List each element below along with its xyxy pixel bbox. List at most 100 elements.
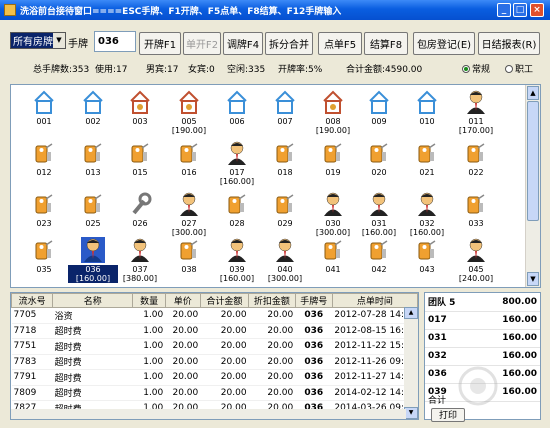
room-card-001[interactable]: 001 bbox=[19, 89, 69, 139]
room-card-037[interactable]: 037 [380.00] bbox=[115, 237, 165, 287]
room-card-002[interactable]: 002 bbox=[68, 89, 118, 139]
column-header[interactable]: 点单时间 bbox=[331, 293, 418, 308]
key-tag-icon bbox=[225, 191, 249, 217]
transfer-card-button[interactable]: 调牌F4 bbox=[223, 32, 263, 55]
maximize-button[interactable]: □ bbox=[513, 3, 527, 17]
summary-total-label: 合计 bbox=[428, 396, 447, 406]
scroll-up-icon[interactable]: ▲ bbox=[404, 307, 418, 319]
room-card-019[interactable]: 019 bbox=[308, 140, 358, 190]
room-number: 022 bbox=[468, 168, 484, 177]
mode-normal-radio[interactable]: 常规 bbox=[462, 62, 490, 75]
order-scrollbar[interactable]: ▲ ▼ bbox=[404, 307, 418, 419]
table-row[interactable]: 7783 超时费 1.00 20.00 20.00 20.00 036 2012-11-26 … bbox=[11, 354, 418, 370]
room-number: 023 bbox=[36, 219, 52, 228]
column-header[interactable]: 合计金额 bbox=[199, 293, 250, 308]
summary-row[interactable]: 017 160.00 bbox=[425, 311, 540, 330]
mode-staff-radio[interactable]: 职工 bbox=[505, 62, 533, 75]
room-card-008[interactable]: 008 [190.00] bbox=[308, 89, 358, 139]
room-card-038[interactable]: 038 bbox=[164, 237, 214, 287]
column-header[interactable]: 单价 bbox=[164, 293, 201, 308]
room-card-009[interactable]: 009 bbox=[354, 89, 404, 139]
room-card-020[interactable]: 020 bbox=[354, 140, 404, 190]
room-card-017[interactable]: 017 [160.00] bbox=[212, 140, 262, 190]
column-header[interactable]: 数量 bbox=[132, 293, 166, 308]
room-card-036[interactable]: 036 [160.00] bbox=[68, 237, 118, 287]
room-card-028[interactable]: 028 bbox=[212, 191, 262, 241]
scroll-down-icon[interactable]: ▼ bbox=[404, 407, 418, 419]
room-card-032[interactable]: 032 [160.00] bbox=[402, 191, 452, 241]
room-card-042[interactable]: 042 bbox=[354, 237, 404, 287]
table-cell: 036 bbox=[295, 338, 333, 355]
room-card-035[interactable]: 035 bbox=[19, 237, 69, 287]
print-button[interactable]: 打印 bbox=[431, 408, 465, 422]
column-header[interactable]: 折扣金额 bbox=[248, 293, 296, 308]
room-card-003[interactable]: 003 bbox=[115, 89, 165, 139]
table-row[interactable]: 7751 超时费 1.00 20.00 20.00 20.00 036 2012-11-22 … bbox=[11, 338, 418, 355]
single-open-button[interactable]: 单开F2 bbox=[183, 32, 221, 55]
room-card-029[interactable]: 029 bbox=[260, 191, 310, 241]
scroll-up-icon[interactable]: ▲ bbox=[527, 86, 539, 100]
room-card-012[interactable]: 012 bbox=[19, 140, 69, 190]
room-number: 042 bbox=[371, 265, 387, 274]
room-card-026[interactable]: 026 bbox=[115, 191, 165, 241]
room-card-018[interactable]: 018 bbox=[260, 140, 310, 190]
room-card-015[interactable]: 015 bbox=[115, 140, 165, 190]
mode-staff-label: 职工 bbox=[515, 65, 534, 75]
room-card-045[interactable]: 045 [240.00] bbox=[451, 237, 501, 287]
summary-row[interactable]: 032 160.00 bbox=[425, 347, 540, 366]
room-card-025[interactable]: 025 bbox=[68, 191, 118, 241]
key-tag-icon bbox=[32, 191, 56, 217]
room-price: [300.00] bbox=[267, 274, 303, 283]
table-row[interactable]: 7705 浴资 1.00 20.00 20.00 20.00 036 2012-07-28 1… bbox=[11, 307, 418, 324]
card-number-input[interactable]: 036 bbox=[94, 31, 136, 52]
room-card-011[interactable]: 011 [170.00] bbox=[451, 89, 501, 139]
grid-scrollbar[interactable]: ▲ ▼ bbox=[525, 85, 540, 287]
minimize-button[interactable]: _ bbox=[497, 3, 511, 17]
open-card-button[interactable]: 开牌F1 bbox=[139, 32, 181, 55]
room-card-031[interactable]: 031 [160.00] bbox=[354, 191, 404, 241]
scroll-thumb[interactable] bbox=[527, 101, 539, 221]
room-card-023[interactable]: 023 bbox=[19, 191, 69, 241]
chevron-down-icon[interactable]: ▼ bbox=[53, 33, 65, 48]
checkout-button[interactable]: 结算F8 bbox=[364, 32, 408, 55]
table-row[interactable]: 7809 超时费 1.00 20.00 20.00 20.00 036 2014-02-12 … bbox=[11, 385, 418, 401]
daily-report-button[interactable]: 日结报表(R) bbox=[478, 32, 540, 55]
summary-header-row[interactable]: 团队 5 800.00 bbox=[425, 293, 540, 312]
key-tag-icon bbox=[81, 191, 105, 217]
column-header[interactable]: 手牌号 bbox=[294, 293, 333, 308]
table-cell: 20.00 bbox=[165, 323, 201, 339]
order-button[interactable]: 点单F5 bbox=[318, 32, 362, 55]
room-card-040[interactable]: 040 [300.00] bbox=[260, 237, 310, 287]
column-header[interactable]: 流水号 bbox=[11, 293, 54, 308]
table-row[interactable]: 7718 超时费 1.00 20.00 20.00 20.00 036 2012-08-15 … bbox=[11, 323, 418, 339]
room-card-010[interactable]: 010 bbox=[402, 89, 452, 139]
room-card-022[interactable]: 022 bbox=[451, 140, 501, 190]
order-hscrollbar[interactable] bbox=[11, 409, 406, 419]
room-card-013[interactable]: 013 bbox=[68, 140, 118, 190]
room-card-006[interactable]: 006 bbox=[212, 89, 262, 139]
room-card-007[interactable]: 007 bbox=[260, 89, 310, 139]
summary-row[interactable]: 031 160.00 bbox=[425, 329, 540, 348]
room-card-005[interactable]: 005 [190.00] bbox=[164, 89, 214, 139]
table-cell: 1.00 bbox=[132, 323, 166, 339]
room-filter-select[interactable]: 所有房牌 ▼ bbox=[10, 32, 66, 49]
stat-total: 总手牌数:353 bbox=[33, 65, 90, 75]
room-price: [240.00] bbox=[458, 274, 494, 283]
scroll-down-icon[interactable]: ▼ bbox=[527, 272, 539, 286]
room-card-016[interactable]: 016 bbox=[164, 140, 214, 190]
room-register-button[interactable]: 包房登记(E) bbox=[413, 32, 475, 55]
table-row[interactable]: 7791 超时费 1.00 20.00 20.00 20.00 036 2012-11-27 … bbox=[11, 369, 418, 386]
table-cell: 20.00 bbox=[200, 385, 249, 401]
room-card-027[interactable]: 027 [300.00] bbox=[164, 191, 214, 241]
room-card-033[interactable]: 033 bbox=[451, 191, 501, 241]
room-card-043[interactable]: 043 bbox=[402, 237, 452, 287]
room-number: 045 bbox=[468, 265, 484, 274]
room-card-030[interactable]: 030 [300.00] bbox=[308, 191, 358, 241]
room-card-021[interactable]: 021 bbox=[402, 140, 452, 190]
summary-row[interactable]: 036 160.00 bbox=[425, 365, 540, 384]
split-merge-button[interactable]: 拆分合并 bbox=[265, 32, 313, 55]
column-header[interactable]: 名称 bbox=[52, 293, 134, 308]
close-button[interactable]: × bbox=[530, 3, 544, 17]
room-card-041[interactable]: 041 bbox=[308, 237, 358, 287]
room-card-039[interactable]: 039 [160.00] bbox=[212, 237, 262, 287]
